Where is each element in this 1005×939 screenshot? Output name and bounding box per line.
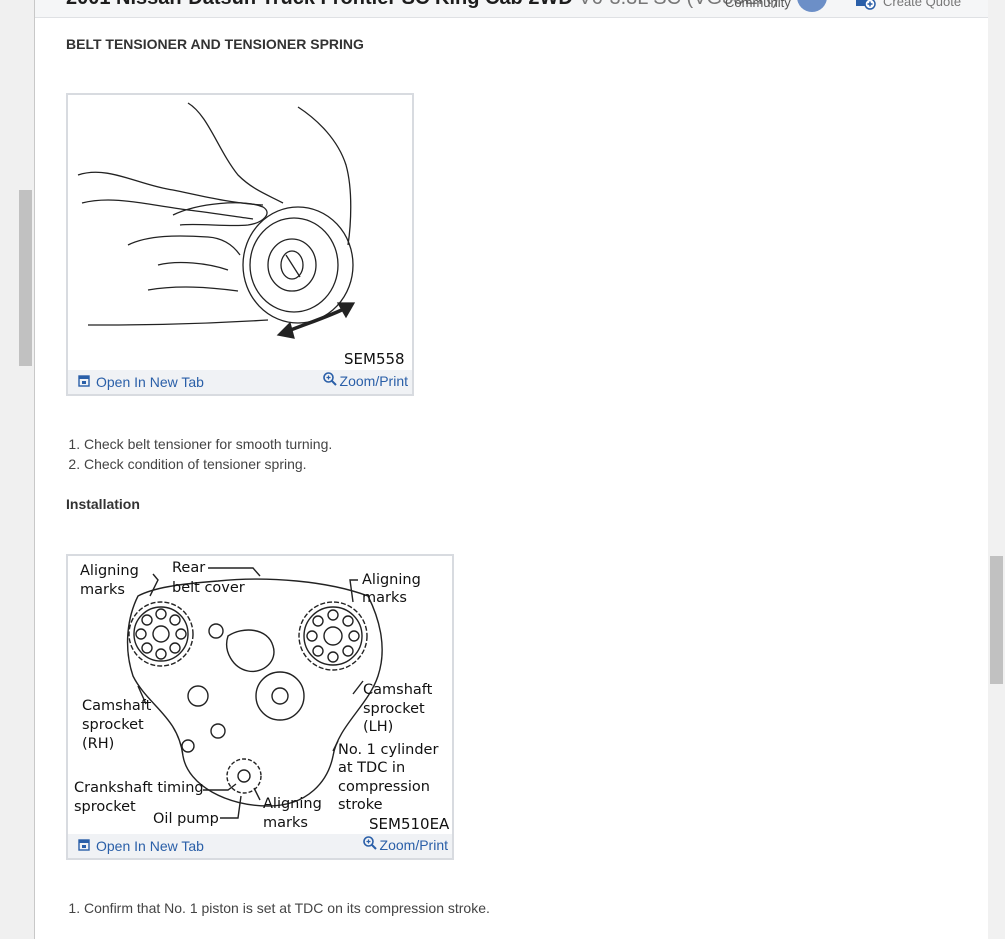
right-scrollbar[interactable] xyxy=(988,0,1005,939)
callout-camshaft-lh-2: sprocket xyxy=(363,701,425,717)
figure-belt-tensioner: SEM558 Open In New Tab Zoom/Print xyxy=(66,93,414,396)
steps-list-belt-tensioner: Check belt tensioner for smooth turning.… xyxy=(66,434,332,474)
vehicle-title: 2001 Nissan-Datsun Truck Frontier SC Kin… xyxy=(66,0,779,10)
figure-code: SEM510EA xyxy=(369,815,450,833)
community-link[interactable]: Community xyxy=(725,0,827,12)
tensioner-illustration xyxy=(77,102,356,339)
callout-camshaft-rh-2: sprocket xyxy=(82,717,144,733)
zoom-print-link[interactable]: Zoom/Print xyxy=(322,371,408,390)
callout-aligning-marks-left-1: Aligning xyxy=(80,563,139,579)
open-in-new-tab-label: Open In New Tab xyxy=(96,838,204,854)
callout-camshaft-rh-3: (RH) xyxy=(82,736,114,752)
create-quote-button[interactable]: Create Quote xyxy=(855,0,961,10)
vehicle-header: 2001 Nissan-Datsun Truck Frontier SC Kin… xyxy=(35,0,988,18)
open-new-tab-icon xyxy=(78,838,90,854)
right-scrollbar-thumb[interactable] xyxy=(990,556,1003,684)
zoom-icon xyxy=(362,835,378,854)
steps-list-installation: Confirm that No. 1 piston is set at TDC … xyxy=(66,898,490,918)
figure-actions: Open In New Tab Zoom/Print xyxy=(68,370,412,394)
zoom-icon xyxy=(322,371,338,390)
zoom-print-label: Zoom/Print xyxy=(339,372,408,389)
section-heading-belt-tensioner: BELT TENSIONER AND TENSIONER SPRING xyxy=(66,36,364,52)
open-new-tab-icon xyxy=(78,374,90,390)
callout-aligning-marks-right-1: Aligning xyxy=(362,572,421,588)
callout-rear-belt-cover-1: Rear xyxy=(172,560,205,576)
callout-aligning-marks-bottom-2: marks xyxy=(263,815,308,831)
open-in-new-tab-link[interactable]: Open In New Tab xyxy=(78,838,204,854)
figure-timing-installation: Aligning marks Rear belt cover Aligning … xyxy=(66,554,454,860)
callout-aligning-marks-right-2: marks xyxy=(362,590,407,606)
avatar[interactable] xyxy=(796,0,827,12)
open-in-new-tab-label: Open In New Tab xyxy=(96,374,204,390)
vehicle-title-text: 2001 Nissan-Datsun Truck Frontier SC Kin… xyxy=(66,0,573,9)
create-quote-label: Create Quote xyxy=(883,0,962,9)
zoom-print-label: Zoom/Print xyxy=(379,836,448,853)
callout-oil-pump: Oil pump xyxy=(153,811,219,827)
community-label: Community xyxy=(725,0,791,10)
callout-no1-cylinder-4: stroke xyxy=(338,797,383,813)
callout-aligning-marks-left-2: marks xyxy=(80,582,125,598)
zoom-print-link[interactable]: Zoom/Print xyxy=(362,835,448,854)
left-panel-edge xyxy=(0,0,35,939)
list-item: Confirm that No. 1 piston is set at TDC … xyxy=(84,898,490,918)
callout-crankshaft-1: Crankshaft timing xyxy=(74,780,204,796)
figure-actions: Open In New Tab Zoom/Print xyxy=(68,834,452,858)
callout-camshaft-lh-1: Camshaft xyxy=(363,682,433,698)
list-item: Check condition of tensioner spring. xyxy=(84,454,332,474)
callout-crankshaft-2: sprocket xyxy=(74,799,136,815)
section-heading-installation: Installation xyxy=(66,496,140,512)
callout-rear-belt-cover-2: belt cover xyxy=(172,580,245,596)
callout-no1-cylinder-2: at TDC in xyxy=(338,760,405,776)
callout-camshaft-rh-1: Camshaft xyxy=(82,698,152,714)
list-item: Check belt tensioner for smooth turning. xyxy=(84,434,332,454)
callout-no1-cylinder-3: compression xyxy=(338,779,430,795)
left-scrollbar-thumb[interactable] xyxy=(19,190,32,366)
timing-belt-illustration: Aligning marks Rear belt cover Aligning … xyxy=(74,560,438,831)
figure-code: SEM558 xyxy=(344,350,405,368)
callout-no1-cylinder-1: No. 1 cylinder xyxy=(338,742,438,758)
open-in-new-tab-link[interactable]: Open In New Tab xyxy=(78,374,204,390)
quote-add-icon xyxy=(855,0,877,10)
callout-camshaft-lh-3: (LH) xyxy=(363,719,393,735)
callout-aligning-marks-bottom-1: Aligning xyxy=(263,796,322,812)
